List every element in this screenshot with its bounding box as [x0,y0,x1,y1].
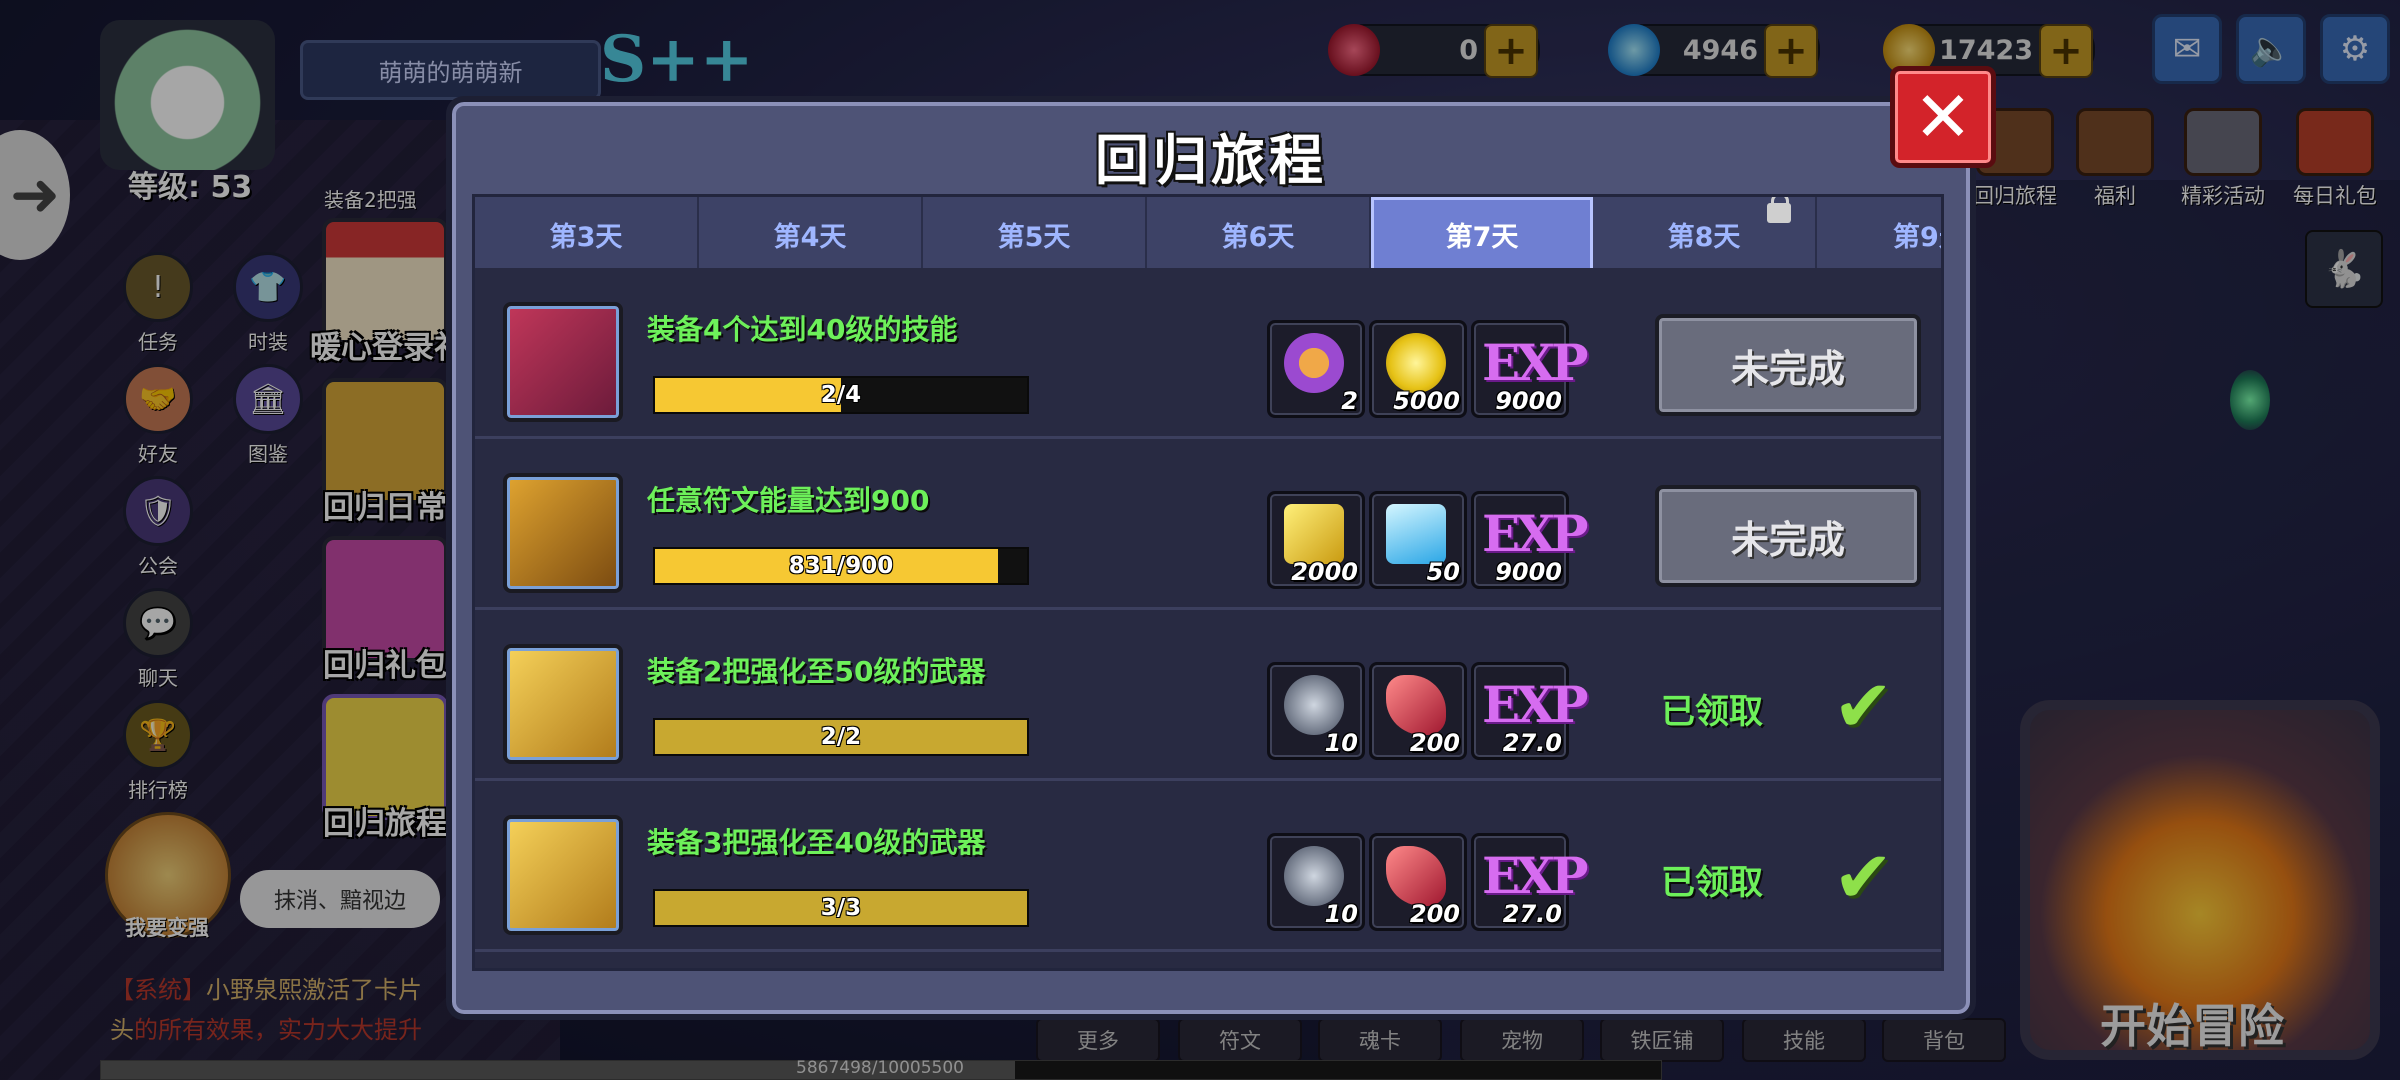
tab-label: 第4天 [773,221,847,253]
reward-count: 9000 [1495,387,1562,415]
reward-count: 2000 [1291,558,1358,586]
reward-slot[interactable]: 2000 [1267,491,1365,589]
red-crystal-icon [1386,675,1446,735]
tab-day-9[interactable]: 第9天 [1817,197,1941,271]
task-name: 任意符文能量达到900 [647,484,930,517]
task-list[interactable]: 装备4个达到40级的技能 2/4 2 5000 EXP 9000 未完成 任意符… [472,268,1944,971]
task-row: 任意符文能量达到900 831/900 2000 50 EXP 9000 未完成 [475,439,1941,610]
checkmark-icon: ✔ [1833,664,1894,748]
exp-icon: EXP [1482,846,1588,905]
reward-slot[interactable]: 2 [1267,320,1365,418]
progress-bar: 3/3 [653,889,1029,927]
robot-orb-icon [1284,846,1344,906]
reward-slot[interactable]: 5000 [1369,320,1467,418]
reward-count: 27.0 [1502,900,1562,928]
task-name: 装备2把强化至50级的武器 [647,655,986,688]
reward-count: 10 [1324,900,1358,928]
reward-slot[interactable]: 200 [1369,833,1467,931]
reward-count: 9000 [1495,558,1562,586]
gold-coin-icon [1386,333,1446,393]
exp-icon: EXP [1482,675,1588,734]
claimed-label: 已领取 [1661,863,1763,903]
close-button[interactable]: ✕ [1890,66,1996,168]
reward-count: 5000 [1393,387,1460,415]
tab-label: 第7天 [1445,221,1519,253]
tab-day-6[interactable]: 第6天 [1147,197,1371,271]
progress-bar: 831/900 [653,547,1029,585]
incomplete-button[interactable]: 未完成 [1655,314,1921,416]
diamond-icon [1386,504,1446,564]
incomplete-button[interactable]: 未完成 [1655,485,1921,587]
tab-label: 第3天 [549,221,623,253]
progress-text: 831/900 [788,553,894,579]
task-name: 装备3把强化至40级的武器 [647,826,986,859]
reward-count: 27.0 [1502,729,1562,757]
exp-icon: EXP [1482,504,1588,563]
task-name: 装备4个达到40级的技能 [647,313,958,346]
tab-day-7[interactable]: 第7天 [1371,197,1593,271]
reward-count: 2 [1341,387,1358,415]
progress-text: 3/3 [820,895,862,921]
checkmark-icon: ✔ [1833,835,1894,919]
lock-icon [1767,197,1791,223]
reward-count: 50 [1426,558,1460,586]
tab-label: 第9天 [1893,221,1941,253]
claimed-label: 已领取 [1661,692,1763,732]
red-crystal-icon [1386,846,1446,906]
reward-count: 200 [1409,729,1460,757]
robot-orb-icon [1284,675,1344,735]
reward-slot[interactable]: EXP 27.0 [1471,833,1588,931]
progress-bar: 2/2 [653,718,1029,756]
reward-slot[interactable]: EXP 9000 [1471,491,1588,589]
progress-bar: 2/4 [653,376,1029,414]
rune-icon [503,473,623,593]
reward-slot[interactable]: 10 [1267,662,1365,760]
sword-icon [503,644,623,764]
dialog-title: 回归旅程 [1095,129,1327,192]
skill-book-icon [503,302,623,422]
chest-orb-icon [1284,333,1344,393]
tab-day-4[interactable]: 第4天 [699,197,923,271]
reward-slot[interactable]: EXP 9000 [1471,320,1588,418]
task-row: 装备4个达到40级的技能 2/4 2 5000 EXP 9000 未完成 [475,268,1941,439]
progress-text: 2/4 [820,382,862,408]
tab-day-5[interactable]: 第5天 [923,197,1147,271]
close-icon: ✕ [1913,76,1973,158]
reward-count: 200 [1409,900,1460,928]
gold-ore-icon [1284,504,1344,564]
sword-icon [503,815,623,935]
reward-slot[interactable]: 200 [1369,662,1467,760]
reward-count: 10 [1324,729,1358,757]
task-row: 装备2把强化至50级的武器 2/2 10 200 EXP 27.0 已领取 ✔ [475,610,1941,781]
tab-label: 第8天 [1667,221,1741,253]
tab-label: 第6天 [1221,221,1295,253]
tab-label: 第5天 [997,221,1071,253]
reward-slot[interactable]: 50 [1369,491,1467,589]
tab-day-3[interactable]: 第3天 [475,197,699,271]
day-tabs: 第3天 第4天 第5天 第6天 第7天 第8天 第9天 [472,194,1944,274]
reward-slot[interactable]: 10 [1267,833,1365,931]
task-row: 装备3把强化至40级的武器 3/3 10 200 EXP 27.0 已领取 ✔ [475,781,1941,952]
tab-day-8[interactable]: 第8天 [1593,197,1817,271]
exp-icon: EXP [1482,333,1588,392]
reward-slot[interactable]: EXP 27.0 [1471,662,1588,760]
progress-text: 2/2 [820,724,862,750]
